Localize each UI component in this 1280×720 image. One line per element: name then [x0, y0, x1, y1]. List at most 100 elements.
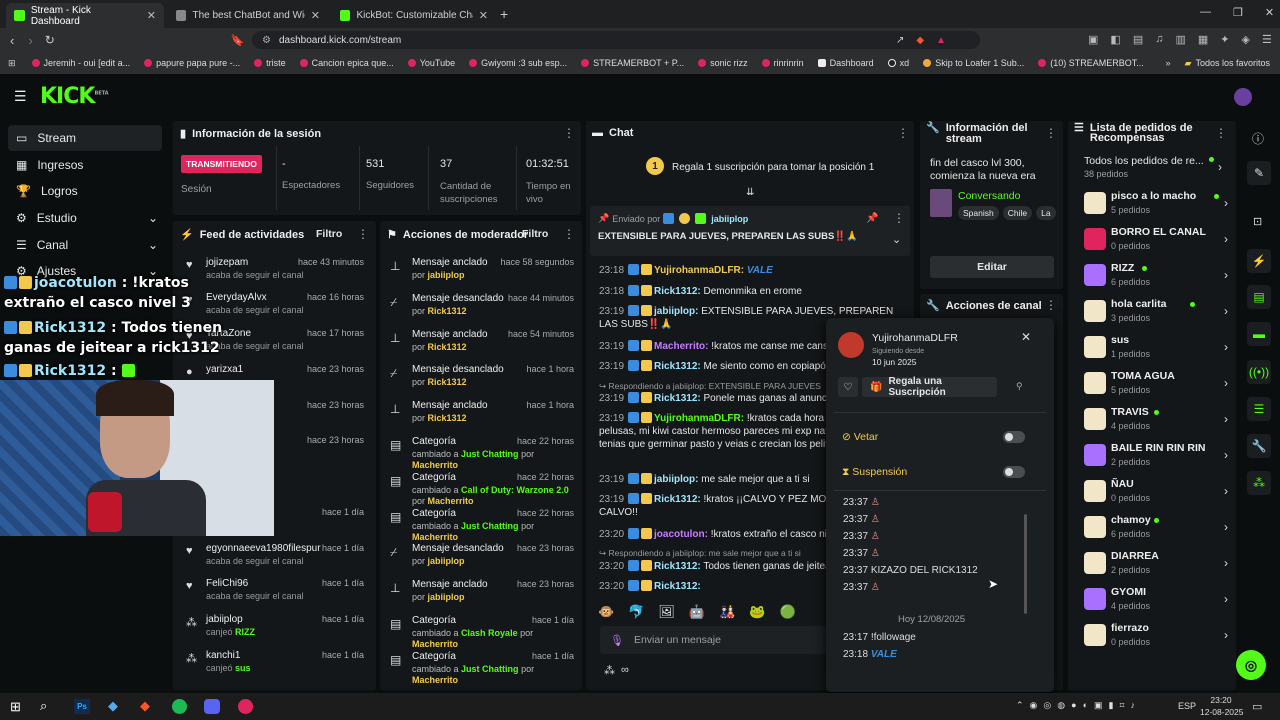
edit-button[interactable]: Editar	[930, 256, 1054, 278]
brave-shield-icon[interactable]: ◆	[916, 35, 924, 46]
bookmark-item[interactable]: sonic rizz	[698, 58, 748, 68]
reward-item[interactable]: TRAVIS 4 pedidos ›	[1084, 404, 1234, 438]
close-icon[interactable]: ✕	[1021, 330, 1031, 344]
tag[interactable]: Spanish	[958, 206, 999, 220]
edit-icon[interactable]: ✎	[1247, 161, 1271, 185]
tray-icon[interactable]: ●	[1071, 700, 1076, 711]
moderator-name[interactable]: Macherrito	[412, 639, 458, 649]
notifications-icon[interactable]: ▭	[1252, 700, 1262, 713]
info-icon[interactable]: ⓘ	[1252, 130, 1264, 147]
chat-input[interactable]: 🎙 Enviar un mensaje	[600, 626, 830, 654]
all-requests-label[interactable]: Todos los pedidos de re...	[1084, 155, 1204, 167]
leo-icon[interactable]: ✦	[1220, 33, 1229, 46]
language-indicator[interactable]: ESP	[1178, 701, 1196, 711]
help-chat-icon[interactable]: ◎	[1236, 650, 1266, 680]
message-username[interactable]: Rick1312:	[654, 361, 701, 372]
broadcast-icon[interactable]: ((•))	[1247, 360, 1271, 384]
bookmark-item[interactable]: rinrinrin	[761, 58, 804, 68]
pinned-user[interactable]: jabiiplop	[711, 214, 748, 224]
kebab-icon[interactable]: ⋮	[1215, 126, 1227, 140]
mod-action-item[interactable]: ▤ Categoría hace 22 horas cambiado a Just C…	[386, 436, 578, 472]
browser-tab[interactable]: KickBot: Customizable Chat Bot for K ✕	[332, 3, 496, 28]
app-icon[interactable]	[238, 699, 253, 714]
more-bookmarks-icon[interactable]: »	[1166, 58, 1171, 68]
reward-item[interactable]: DIARREA 2 pedidos ›	[1084, 548, 1234, 582]
message-username[interactable]: YujirohanmaDLFR:	[654, 265, 744, 276]
reward-item[interactable]: chamoy 6 pedidos ›	[1084, 512, 1234, 546]
bookmark-item[interactable]: Gwiyomi :3 sub esp...	[469, 58, 567, 68]
spotify-icon[interactable]	[172, 699, 187, 714]
points-icon[interactable]: ⁂	[604, 664, 615, 677]
activity-username[interactable]: jojizepam	[206, 257, 248, 268]
brave-icon[interactable]: ◆	[140, 698, 150, 714]
forward-icon[interactable]: ›	[28, 33, 32, 48]
tray-icon[interactable]: ◎	[1043, 700, 1051, 711]
reward-item[interactable]: TOMA AGUA 5 pedidos ›	[1084, 368, 1234, 402]
tray-icon[interactable]: ◍	[1057, 700, 1065, 711]
emote-icon[interactable]: 🐬	[628, 604, 644, 620]
mod-action-item[interactable]: ⌿ Mensaje desanclado hace 1 hora por Rick13…	[386, 364, 578, 400]
sidebar-item-canal[interactable]: ☰ Canal ⌄	[8, 232, 162, 258]
activity-username[interactable]: FeliChi96	[206, 578, 248, 589]
bookmark-item[interactable]: papure papa pure -...	[144, 58, 240, 68]
search-icon[interactable]: ⌕	[40, 698, 47, 714]
windows-start-icon[interactable]: ⊞	[10, 699, 21, 715]
chevron-right-icon[interactable]: ›	[1224, 412, 1228, 426]
mod-action-item[interactable]: ▤ Categoría hace 1 día cambiado a Just Chat…	[386, 651, 578, 687]
follow-heart-icon[interactable]: ♡	[838, 377, 858, 397]
chevron-up-icon[interactable]: ⌃	[1016, 700, 1024, 711]
activity-item[interactable]: ♥ FeliChi96 hace 1 día acaba de seguir el c…	[180, 578, 370, 614]
mod-action-item[interactable]: ▤ Categoría hace 22 horas cambiado a Just C…	[386, 508, 578, 544]
mod-action-item[interactable]: ⊥ Mensaje anclado hace 1 hora por Rick1312	[386, 400, 578, 436]
tray-icon[interactable]: ◉	[1030, 700, 1038, 711]
app-icon[interactable]: ◆	[108, 698, 118, 714]
photoshop-icon[interactable]: Ps	[74, 699, 90, 714]
sidebar-item-estudio[interactable]: ⚙ Estudio ⌄	[8, 205, 162, 231]
category-link[interactable]: Conversando	[958, 190, 1020, 202]
activity-item[interactable]: ⁂ kanchi1 hace 1 día canjeó sus	[180, 650, 370, 686]
bookmark-item[interactable]: triste	[254, 58, 286, 68]
chevron-right-icon[interactable]: ›	[1224, 556, 1228, 570]
message-username[interactable]: Macherrito:	[654, 341, 708, 352]
moderator-name[interactable]: Rick1312	[428, 377, 467, 387]
message-username[interactable]: Rick1312:	[654, 494, 701, 505]
category-name[interactable]: Clash Royale	[461, 628, 518, 638]
ban-toggle[interactable]	[1003, 431, 1025, 443]
moderator-name[interactable]: jabiiplop	[428, 270, 465, 280]
reward-item[interactable]: RIZZ 6 pedidos ›	[1084, 260, 1234, 294]
reward-item[interactable]: BORRO EL CANAL 0 pedidos ›	[1084, 224, 1234, 258]
category-name[interactable]: Just Chatting	[461, 664, 519, 674]
apps-icon[interactable]: ⊞	[8, 58, 16, 69]
emote-icon[interactable]: 🟢	[779, 604, 795, 620]
gift-banner[interactable]: Regala 1 suscripción para tomar la posic…	[672, 162, 874, 173]
bookmark-item[interactable]: YouTube	[407, 58, 455, 68]
kebab-icon[interactable]: ⋮	[563, 126, 575, 140]
chat-message[interactable]: 23:18 YujirohanmaDLFR: VALE	[599, 264, 911, 277]
emote-icon[interactable]: 🖼	[658, 604, 675, 620]
menu-icon[interactable]: ☰	[1262, 33, 1272, 46]
unpin-icon[interactable]: 📌	[866, 213, 878, 224]
moderator-name[interactable]: jabiiplop	[428, 556, 465, 566]
tag[interactable]: Chile	[1002, 206, 1033, 220]
bookmark-item[interactable]: xd	[887, 58, 909, 68]
activity-username[interactable]: kanchi1	[206, 650, 240, 661]
volume-icon[interactable]: ♪	[1131, 700, 1136, 711]
mod-action-item[interactable]: ▤ Categoría hace 22 horas cambiado a Call o…	[386, 472, 578, 508]
mod-action-item[interactable]: ▤ Categoría hace 1 día cambiado a Clash Roy…	[386, 615, 578, 651]
filter-button[interactable]: Filtro	[316, 228, 342, 240]
chevron-right-icon[interactable]: ›	[1224, 340, 1228, 354]
message-username[interactable]: Rick1312:	[654, 581, 701, 592]
activity-username[interactable]: egyonnaeeva1980filespur	[206, 543, 321, 554]
avatar[interactable]	[1234, 88, 1252, 106]
chat-bubble-icon[interactable]: ▬	[1247, 322, 1271, 346]
kick-logo[interactable]: KICKBETA	[40, 84, 109, 109]
brave-rewards-icon[interactable]: ▲	[936, 35, 946, 46]
clock-date[interactable]: 12-08-2025	[1200, 707, 1243, 717]
moderator-name[interactable]: Rick1312	[428, 342, 467, 352]
layers-icon[interactable]: ☰	[1247, 397, 1271, 421]
reward-item[interactable]: ÑAU 0 pedidos ›	[1084, 476, 1234, 510]
chevron-right-icon[interactable]: ›	[1224, 196, 1228, 210]
music-icon[interactable]: ♫	[1155, 33, 1163, 46]
scrollbar[interactable]	[1024, 514, 1027, 614]
close-tab-icon[interactable]: ✕	[311, 9, 320, 22]
